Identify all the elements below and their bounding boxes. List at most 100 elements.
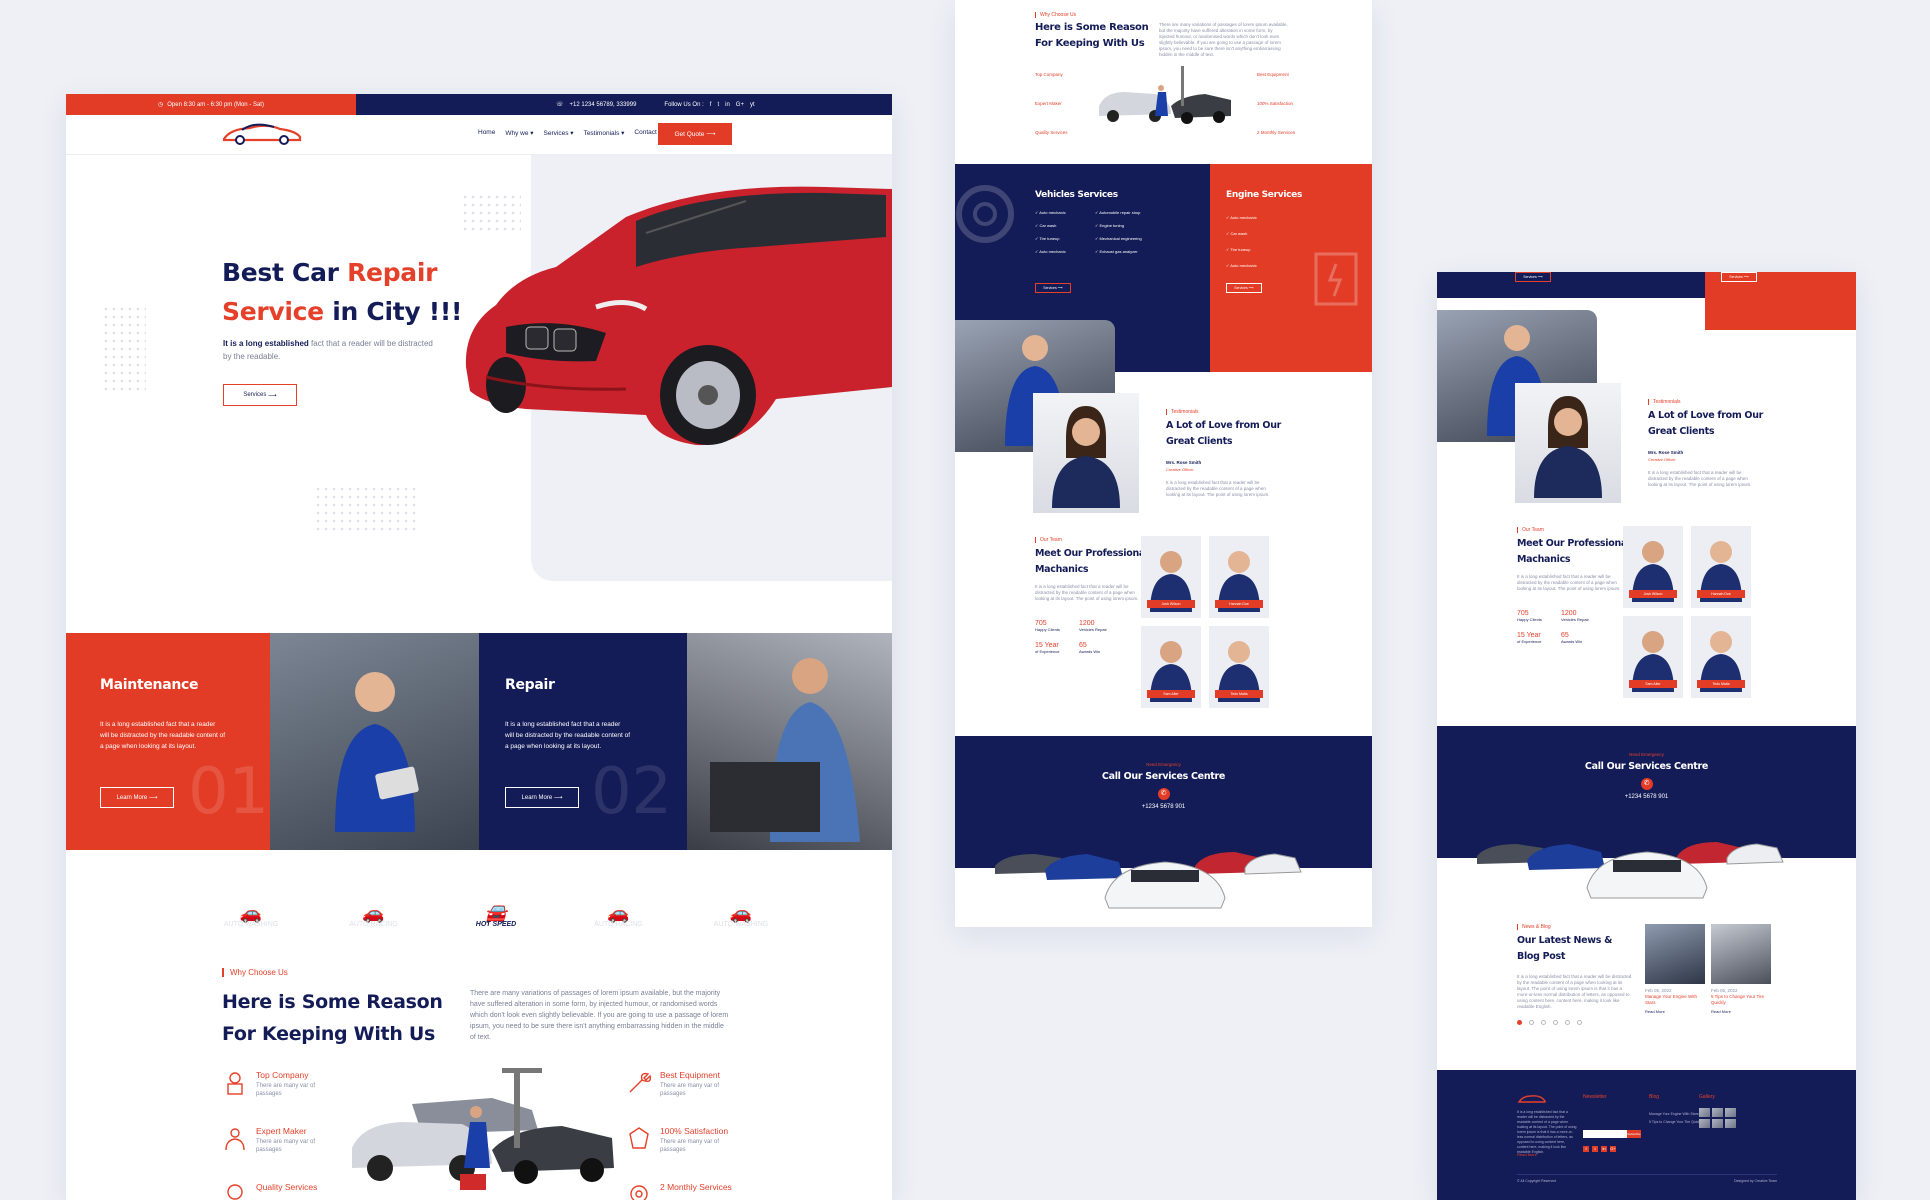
- emergency-phone[interactable]: +1234 5678 901: [955, 804, 1372, 810]
- gallery-thumb[interactable]: [1712, 1119, 1723, 1128]
- team-grid: Josh Wilson Hannah Doe Sam Alter Tedo Ma…: [1623, 526, 1763, 698]
- engine-services-button[interactable]: Services ⟶: [1226, 283, 1262, 293]
- repair-desc: It is a long established fact that a rea…: [505, 721, 631, 750]
- car-lineup-image: [1477, 842, 1784, 899]
- gear-icon: [630, 1185, 648, 1200]
- nav-why-we[interactable]: Why we ▾: [505, 129, 533, 137]
- twitter-icon[interactable]: t: [717, 102, 719, 108]
- mechanic-figure: [709, 657, 860, 842]
- why-description: There are many variations of passages of…: [470, 990, 729, 1041]
- red-suv-image: [465, 186, 892, 446]
- page-dot[interactable]: [1541, 1020, 1546, 1025]
- footer-read-more[interactable]: Read More: [1517, 1152, 1537, 1157]
- vehicle-services-button[interactable]: Services ⟶: [1035, 283, 1071, 293]
- page-dot[interactable]: [1517, 1020, 1522, 1025]
- nav-home[interactable]: Home: [478, 129, 495, 137]
- team-stats: 705 Happy Clients 1200 Vehicles Repair 15 …: [1517, 610, 1589, 644]
- hours-block: ◷ Open 8:30 am - 6:30 pm (Mon - Sat): [66, 94, 356, 115]
- testimonial-name: Mrs. Rose Smith: [1648, 450, 1684, 455]
- linkedin-icon[interactable]: in: [1601, 1146, 1607, 1152]
- page-dot[interactable]: [1553, 1020, 1558, 1025]
- team-title: Meet Our Professional Machanics: [1517, 538, 1630, 565]
- youtube-icon[interactable]: yt: [750, 102, 755, 108]
- client-photo: [1033, 393, 1139, 513]
- page-dot[interactable]: [1529, 1020, 1534, 1025]
- blog-post-card[interactable]: Feb 05, 2022 Manage Your Engine With Sta…: [1645, 924, 1705, 1014]
- team-member-card: Hannah Doe: [1691, 526, 1751, 608]
- footer-newsletter-title: Newsletter: [1583, 1094, 1607, 1100]
- phone-icon[interactable]: ✆: [1157, 788, 1170, 800]
- footer-about: It is a long established fact that a rea…: [1517, 1110, 1577, 1154]
- vehicle-services-strip: Services ⟶: [1437, 272, 1705, 298]
- facebook-icon[interactable]: f: [1583, 1146, 1589, 1152]
- why-eyebrow-mini: Why Choose Us: [1035, 12, 1076, 18]
- news-desc: It is a long established fact that a rea…: [1517, 974, 1632, 1009]
- get-quote-button[interactable]: Get Quote ⟶: [658, 123, 732, 145]
- news-title: Our Latest News & Blog Post: [1517, 935, 1613, 962]
- gallery-thumb[interactable]: [1699, 1119, 1710, 1128]
- google-plus-icon[interactable]: G+: [736, 102, 744, 108]
- footer: It is a long established fact that a rea…: [1437, 1070, 1856, 1200]
- blog-post-image: [1645, 924, 1705, 984]
- client-figure: [1052, 406, 1120, 508]
- subscribe-button[interactable]: Subscribe: [1627, 1130, 1641, 1138]
- partner-logo: 🚗 AUTO RACING: [349, 902, 398, 928]
- team-member-card: Sam Alter: [1623, 616, 1683, 698]
- google-plus-icon[interactable]: G+: [1610, 1146, 1616, 1152]
- gallery-thumb[interactable]: [1725, 1108, 1736, 1117]
- hero-title: Best Car Repair Service in City !!!: [222, 258, 463, 326]
- footer-bottom: © All Copyright Reserved Designed by Crea…: [1517, 1174, 1777, 1183]
- logo-car-icon[interactable]: [220, 121, 304, 147]
- page-dot[interactable]: [1577, 1020, 1582, 1025]
- why-eyebrow: Why Choose Us: [222, 968, 288, 977]
- team-member-card: Sam Alter: [1141, 626, 1201, 708]
- why-title: Here is Some Reason For Keeping With Us: [222, 991, 443, 1045]
- car-lineup-image: [995, 852, 1302, 909]
- nav-testimonials[interactable]: Testimonials ▾: [584, 129, 625, 137]
- gallery-thumb[interactable]: [1725, 1119, 1736, 1128]
- why-features-mini-right: Best Equipment 100% Satisfaction 2 Monthly…: [1257, 72, 1296, 135]
- partner-logo: 🚗 AUTO WASHING: [223, 902, 279, 928]
- why-choose-section: Why Choose Us Here is Some Reason For Kee…: [66, 968, 892, 1200]
- blog-post-card[interactable]: Feb 05, 2022 5 Tips to Change Your Tire …: [1711, 924, 1771, 1014]
- partner-logos: 🚗 AUTO WASHING 🚗 AUTO RACING 🚘 HOT SPEED 🚗 A…: [216, 896, 776, 936]
- team-member-card: Josh Wilson: [1623, 526, 1683, 608]
- emergency-phone[interactable]: +1234 5678 901: [1437, 794, 1856, 800]
- nav-services[interactable]: Services ▾: [544, 129, 574, 137]
- maintenance-learn-more-button[interactable]: Learn More ⟶: [100, 787, 174, 808]
- footer-blog-list: Manage Your Engine With Stars 5 Tips to C…: [1649, 1112, 1703, 1124]
- phone-icon[interactable]: ✆: [1640, 778, 1653, 790]
- news-pagination: [1517, 1020, 1582, 1025]
- footer-logo-icon[interactable]: [1517, 1094, 1547, 1104]
- gear-watermark-icon: [956, 185, 1014, 243]
- hero-services-button[interactable]: Services ⟶: [223, 384, 297, 406]
- linkedin-icon[interactable]: in: [725, 102, 730, 108]
- team-member-card: Tedo Malta: [1691, 616, 1751, 698]
- engine-services-button-mini[interactable]: Services ⟶: [1721, 272, 1757, 282]
- desktop-page-preview: ◷ Open 8:30 am - 6:30 pm (Mon - Sat) ☏ +…: [66, 94, 892, 1200]
- testimonial-role: Creative Officer: [1166, 467, 1194, 472]
- page-dot[interactable]: [1565, 1020, 1570, 1025]
- clock-icon: ◷: [158, 102, 164, 108]
- client-photo: [1515, 383, 1621, 503]
- facebook-icon[interactable]: f: [710, 102, 712, 108]
- phone-text: +12 1234 56789, 333999: [569, 101, 637, 108]
- vehicle-services-button-mini[interactable]: Services ⟶: [1515, 272, 1551, 282]
- repair-card: Repair It is a long established fact tha…: [479, 633, 687, 850]
- why-features-mini-left: Top Company Expert Maker Quality Services: [1035, 72, 1068, 135]
- team-stats: 705 Happy Clients 1200 Vehicles Repair 15 …: [1035, 620, 1107, 654]
- testimonial-eyebrow: Testimonials: [1648, 399, 1681, 405]
- nav-contact[interactable]: Contact: [634, 129, 656, 137]
- testimonial-title: A Lot of Love from Our Great Clients: [1648, 410, 1764, 437]
- gallery-thumb[interactable]: [1699, 1108, 1710, 1117]
- testimonial-quote: It is a long established fact that a rea…: [1648, 470, 1752, 487]
- cars-illustration-mini: [1099, 66, 1231, 124]
- team-icon: [225, 1128, 245, 1151]
- testimonial-eyebrow: Testimonials: [1166, 409, 1199, 415]
- news-eyebrow: News & Blog: [1517, 924, 1551, 930]
- gallery-thumb[interactable]: [1712, 1108, 1723, 1117]
- team-member-card: Tedo Malta: [1209, 626, 1269, 708]
- twitter-icon[interactable]: t: [1592, 1146, 1598, 1152]
- emergency-title: Call Our Services Centre: [1101, 771, 1226, 782]
- repair-learn-more-button[interactable]: Learn More ⟶: [505, 787, 579, 808]
